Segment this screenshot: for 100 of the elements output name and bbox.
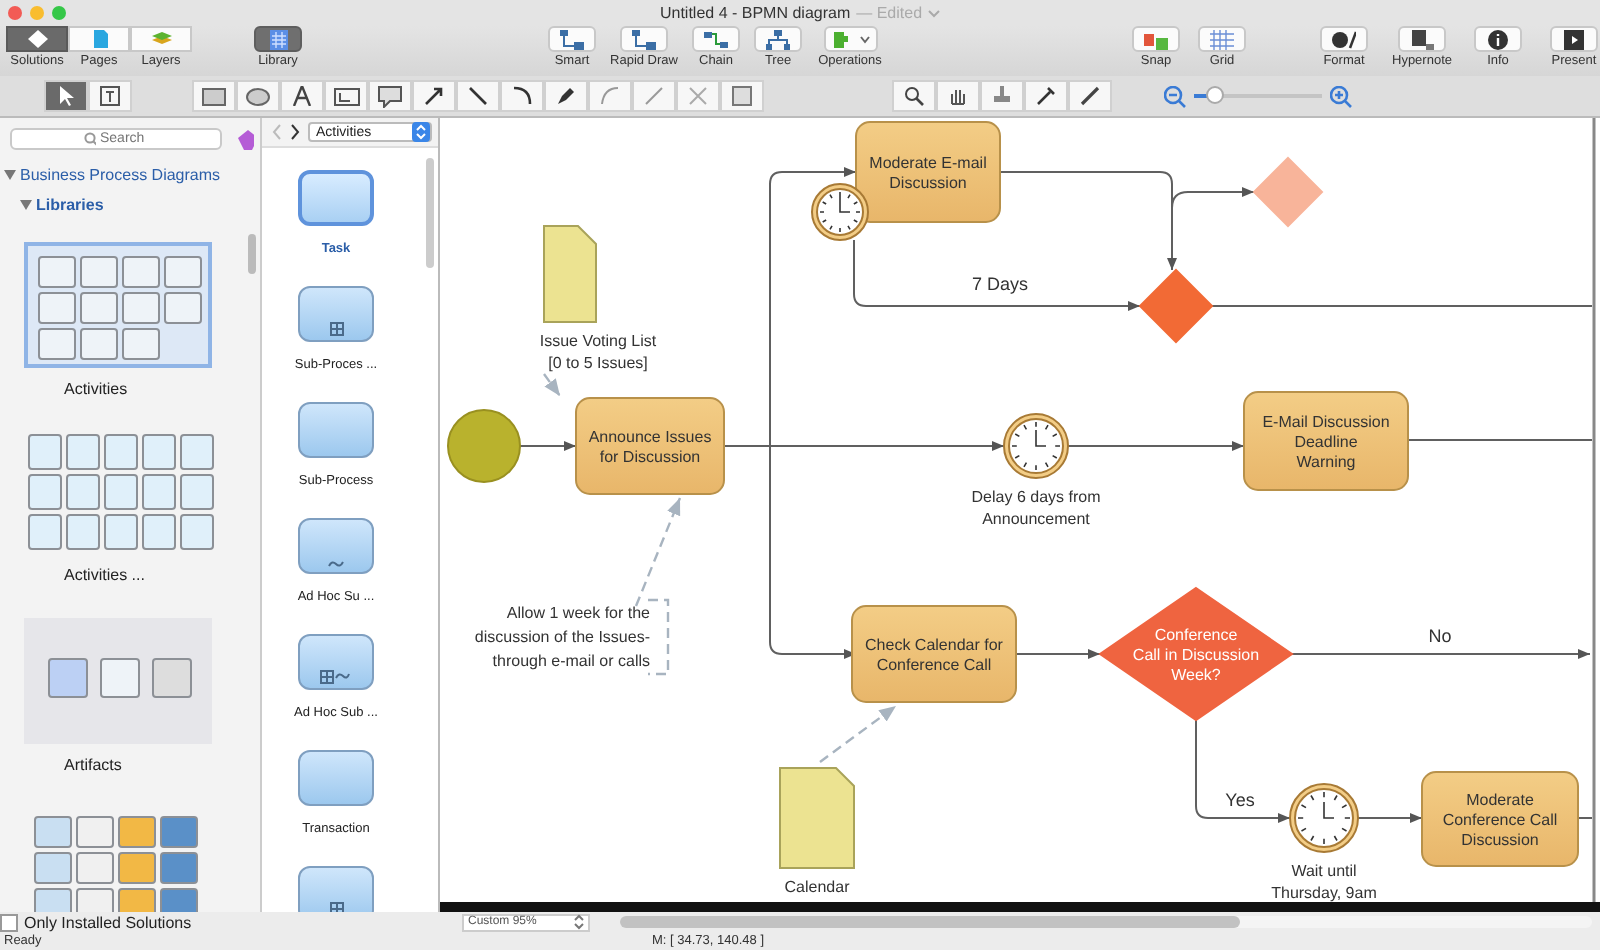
- rectangle-icon: [202, 87, 226, 105]
- zoom-out-icon[interactable]: [1164, 85, 1186, 107]
- layers-tab[interactable]: [130, 26, 192, 52]
- pen-tool[interactable]: [544, 80, 588, 112]
- search-icon: [84, 132, 96, 146]
- arrow-tool[interactable]: [412, 80, 456, 112]
- caret-icon: [928, 9, 941, 17]
- page-icon: [89, 30, 109, 48]
- arc-icon: [512, 86, 532, 106]
- library-label: Activities: [64, 380, 130, 398]
- pen-icon: [556, 86, 576, 106]
- task-shape[interactable]: [298, 402, 374, 458]
- task-label: Moderate E-mail Discussion: [869, 154, 987, 192]
- task-label: Moderate Conference Call Discussion: [1442, 791, 1558, 849]
- brush-icon: [1080, 86, 1100, 106]
- chain-icon: [704, 29, 728, 49]
- toolbar-button[interactable]: [1474, 26, 1522, 52]
- library-thumbnail[interactable]: [24, 618, 212, 744]
- library-icon: [269, 29, 287, 49]
- flow-label: 7 Days: [972, 274, 1028, 294]
- play-icon: [1562, 29, 1586, 49]
- task-shape[interactable]: [298, 750, 374, 806]
- toolbar-button[interactable]: [1550, 26, 1598, 52]
- annotation-bracket: [648, 598, 670, 676]
- grid-icon: [1210, 29, 1234, 49]
- flow-label: No: [1428, 626, 1452, 646]
- task-label: E-Mail Discussion Deadline Warning: [1262, 413, 1390, 471]
- zoom-tool[interactable]: [892, 80, 936, 112]
- only-installed-checkbox[interactable]: Only Installed Solutions: [0, 913, 440, 931]
- line-tool[interactable]: [456, 80, 500, 112]
- ellipse-icon: [246, 87, 270, 105]
- brush-tool[interactable]: [1068, 80, 1112, 112]
- caret-icon: [859, 35, 869, 43]
- document-label: Calendar: [784, 878, 850, 896]
- tree-icon: [766, 29, 790, 49]
- info-icon: [1486, 29, 1510, 49]
- callout-tool[interactable]: [368, 80, 412, 112]
- snap-icon: [1144, 29, 1168, 49]
- line-icon: [468, 86, 488, 106]
- horizontal-scrollbar[interactable]: [620, 916, 1592, 928]
- association-line: [819, 705, 897, 763]
- timer-label: Delay 6 days from Announcement: [971, 488, 1101, 528]
- connector-icon: [632, 29, 656, 49]
- flow-label: Yes: [1225, 790, 1255, 810]
- letter-icon: [292, 86, 312, 106]
- sequence-flow: [1195, 719, 1291, 823]
- forward-icon[interactable]: [290, 124, 300, 140]
- tilde-icon: [327, 560, 344, 568]
- rectangle-tool[interactable]: [192, 80, 236, 112]
- eyedropper-tool[interactable]: [1024, 80, 1068, 112]
- library-label: Activities ...: [64, 566, 147, 584]
- text-tool[interactable]: [88, 80, 132, 112]
- search-icon: [904, 86, 924, 106]
- diamond-icon: [27, 30, 47, 48]
- association-line: [543, 373, 561, 397]
- library-button[interactable]: [254, 26, 302, 52]
- timer-label: Wait until Thursday, 9am: [1271, 862, 1377, 902]
- task-shape[interactable]: [298, 866, 374, 912]
- close-button[interactable]: [8, 6, 22, 20]
- container-tool[interactable]: [720, 80, 764, 112]
- pan-tool[interactable]: [936, 80, 980, 112]
- document-shape: [543, 225, 597, 323]
- stamp-icon: [992, 86, 1012, 106]
- polyline-icon: [644, 86, 664, 106]
- timer-event: [1003, 413, 1069, 479]
- eyedropper-icon: [1036, 86, 1056, 106]
- text-box-icon: [333, 87, 359, 105]
- tree-item[interactable]: Libraries: [20, 196, 260, 214]
- window-title: Untitled 4 - BPMN diagram: [659, 4, 851, 22]
- text-tool[interactable]: [280, 80, 324, 112]
- library-thumbnail[interactable]: [24, 242, 212, 368]
- plus-box-icon: [329, 902, 343, 912]
- tree-item[interactable]: Business Process Diagrams: [4, 166, 260, 184]
- toolbar-button[interactable]: [1398, 26, 1446, 52]
- task-shape[interactable]: [298, 286, 374, 342]
- zoom-in-icon[interactable]: [1330, 85, 1352, 107]
- sequence-flow: [1015, 649, 1101, 659]
- association-line: [634, 497, 682, 607]
- task-shape[interactable]: [297, 518, 374, 574]
- arc-tool[interactable]: [500, 80, 544, 112]
- text-box-tool[interactable]: [324, 80, 368, 112]
- pointer-icon: [58, 86, 74, 106]
- plus-box-icon: [329, 322, 343, 336]
- layers-icon: [151, 30, 171, 48]
- solutions-icon[interactable]: [238, 129, 254, 149]
- library-thumbnail[interactable]: [24, 430, 210, 554]
- toolbar-button[interactable]: [1320, 26, 1368, 52]
- timer-event: [1289, 783, 1359, 853]
- pointer-tool[interactable]: [44, 80, 88, 112]
- sequence-flow: [1357, 813, 1423, 823]
- stepper-icon: [574, 914, 584, 930]
- task-shape[interactable]: [297, 634, 374, 690]
- connector-icon: [560, 29, 584, 49]
- curve-icon: [600, 86, 620, 106]
- speech-bubble-icon: [378, 85, 402, 107]
- document-label: Issue Voting List [0 to 5 Issues]: [539, 332, 657, 372]
- task-label: Announce Issues for Discussion: [588, 428, 712, 466]
- solutions-tab[interactable]: [6, 26, 68, 52]
- task-shape[interactable]: [298, 170, 374, 226]
- ellipse-tool[interactable]: [236, 80, 280, 112]
